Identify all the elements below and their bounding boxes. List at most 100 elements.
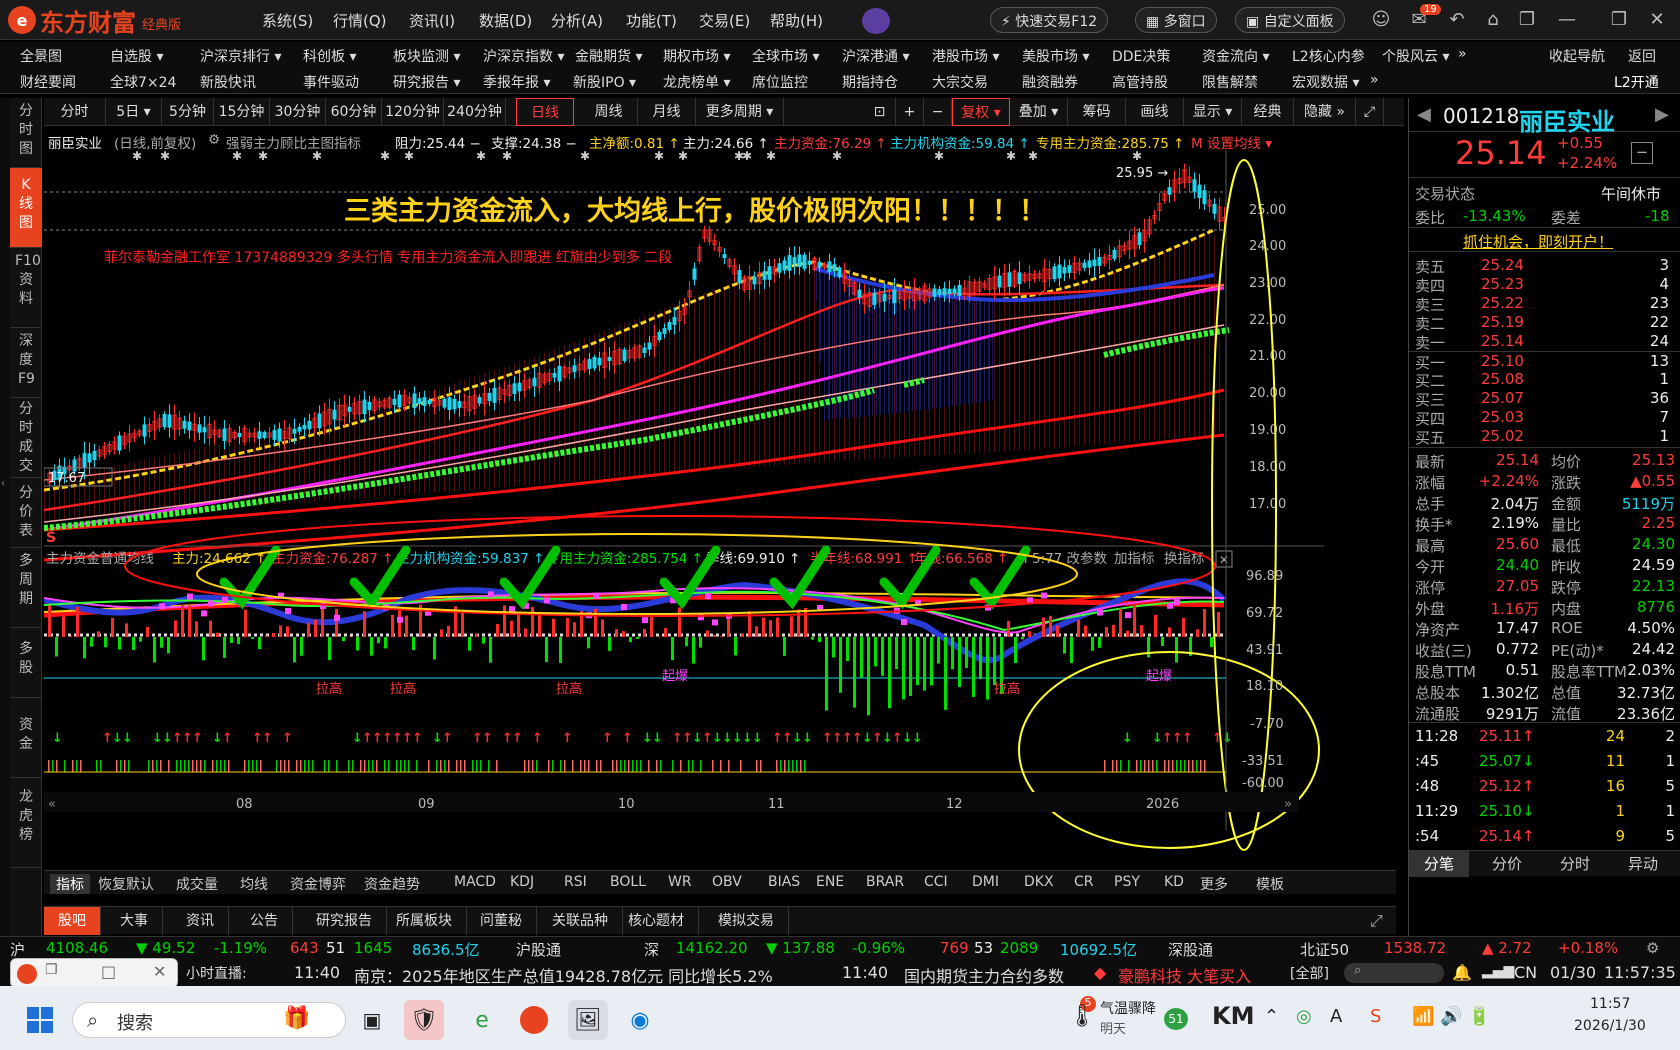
popup-maximize-icon[interactable]: □ [101,962,116,981]
alert-item[interactable]: 豪鹏科技 大笔买入 [1118,963,1251,987]
quick-trade-button[interactable]: ⚡ 快速交易F12 [990,7,1109,33]
period-30min[interactable]: 30分钟 [270,98,326,126]
close-icon[interactable]: ✕ [1646,9,1668,31]
bottom-tab-2[interactable]: 资讯 [172,907,229,935]
order-book-row[interactable]: 买五 25.02 1 [1409,427,1680,447]
order-book-row[interactable]: 卖四 25.23 4 [1409,275,1680,295]
indicator-tab-10[interactable]: WR [668,874,692,890]
order-book-row[interactable]: 买四 25.03 7 [1409,408,1680,428]
nav-seat-monitor[interactable]: 席位监控 [752,72,808,92]
tab-price-table[interactable]: 分价表 [10,478,42,548]
nav-sector-monitor[interactable]: 板块监测 ▾ [393,46,460,66]
tab-multi-stock[interactable]: 多股 [10,628,42,698]
live-label[interactable]: 小时直播: [186,963,247,983]
popup-restore-icon[interactable]: ❐ [45,962,58,978]
rtab-intraday[interactable]: 分时 [1545,851,1605,877]
nav-insider[interactable]: 高管持股 [1112,72,1168,92]
fullscreen-icon[interactable]: ⤢ [1356,98,1384,126]
nav-back[interactable]: 返回 [1628,46,1656,66]
nav-us[interactable]: 美股市场 ▾ [1022,46,1089,66]
sgt-label[interactable]: 深股通 [1168,939,1213,960]
hgt-label[interactable]: 沪股通 [516,939,561,960]
windows-start-icon[interactable] [20,1000,60,1040]
collapse-left-icon[interactable]: ‹ [1,478,5,489]
news-item-1[interactable]: 南京：2025年地区生产总值19428.78亿元 同比增长5.2% [354,963,773,987]
popup-close-icon[interactable]: ✕ [153,962,166,981]
period-120min[interactable]: 120分钟 [382,98,444,126]
rtab-price[interactable]: 分价 [1477,851,1537,877]
indicator-tab-3[interactable]: 均线 [240,874,268,894]
indicator-tab-22[interactable]: 模板 [1256,874,1284,894]
nav-unlock[interactable]: 限售解禁 [1202,72,1258,92]
battery-icon[interactable]: 🔋 [1468,1006,1490,1027]
tray-font-icon[interactable]: A [1330,1006,1342,1027]
nav-index[interactable]: 沪深京指数 ▾ [483,46,564,66]
zoom-out-icon[interactable]: − [924,98,952,126]
nav-fund-flow[interactable]: 资金流向 ▾ [1202,46,1269,66]
image-app-icon[interactable]: 🖼 [568,1000,608,1040]
nav-connect[interactable]: 沪深港通 ▾ [842,46,909,66]
bottom-tab-1[interactable]: 大事 [106,907,163,935]
indicator-tab-20[interactable]: KD [1164,874,1184,890]
sub-pane-close-x[interactable]: ✕ [1219,553,1229,567]
settings-gear-icon[interactable]: ⚙ [208,132,220,148]
nav-new-ipo[interactable]: 新股IPO ▾ [573,72,636,92]
nav-macro[interactable]: 宏观数据 ▾ [1292,72,1359,92]
indicator-tab-15[interactable]: CCI [924,874,948,890]
kline-chart[interactable]: ✱ ✱ ✱ ✱ ✱ ✱ ✱ ✱ ✱ ✱ ✱ ✱ ✱✱ ✱ ✱ ✱ ✱ ✱ ✱ 三类主力资金流入，大均线上行，股价极阴… [44,150,1324,880]
nav-stock-wind[interactable]: 个股风云 ▾ [1382,46,1449,66]
bottom-tab-0[interactable]: 股吧 [44,907,101,935]
skin-icon[interactable]: ⌂ [1482,9,1504,31]
scroll-left-icon[interactable]: « [48,797,56,812]
indicator-tab-9[interactable]: BOLL [610,874,646,890]
nav-l2[interactable]: L2核心内参 [1292,46,1365,66]
indicator-tab-4[interactable]: 资金博弈 [290,874,346,894]
bottom-tab-5[interactable]: 所属板块 [382,907,467,935]
mini-window-popup[interactable]: ❐ □ ✕ [10,958,178,988]
period-15min[interactable]: 15分钟 [214,98,270,126]
menu-function[interactable]: 功能(T) [626,10,677,31]
open-account-link[interactable]: 抓住机会，即刻开户！ [1463,231,1613,252]
order-book-row[interactable]: 卖三 25.22 23 [1409,294,1680,314]
period-60min[interactable]: 60分钟 [326,98,382,126]
classic-button[interactable]: 经典 [1242,98,1294,126]
bottom-tab-6[interactable]: 问董秘 [466,907,537,935]
order-book-row[interactable]: 卖五 25.24 3 [1409,256,1680,276]
nav-star-market[interactable]: 科创板 ▾ [303,46,356,66]
nav-options[interactable]: 期权市场 ▾ [663,46,730,66]
bottom-tab-3[interactable]: 公告 [236,907,293,935]
nav-finance-news[interactable]: 财经要闻 [20,72,76,92]
nav-margin[interactable]: 融资融券 [1022,72,1078,92]
weather-text[interactable]: 气温骤降 [1100,998,1156,1018]
indicator-tab-1[interactable]: 恢复默认 [98,874,154,894]
indicator-tab-12[interactable]: BIAS [768,874,800,890]
clock-time[interactable]: 11:57 [1590,996,1630,1012]
nav-reports[interactable]: 季报年报 ▾ [483,72,550,92]
indicator-tab-7[interactable]: KDJ [510,874,534,890]
task-view-icon[interactable]: ▣ [352,1000,392,1040]
tab-kline[interactable]: K线图 [10,168,42,248]
back-icon[interactable]: ↶ [1446,9,1468,31]
indicator-name[interactable]: 强弱主力顾比主图指标 [226,132,361,152]
ticker-search-icon[interactable]: ⌕ [1344,963,1444,983]
tab-depth[interactable]: 深度F9 [10,328,42,398]
bottom-tab-4[interactable]: 研究报告 [302,907,387,935]
tab-intraday[interactable]: 分时图 [10,98,42,168]
nav-more[interactable]: » [1458,46,1467,62]
tab-dragon-list[interactable]: 龙虎榜 [10,778,42,868]
edge-icon[interactable]: ◉ [620,1000,660,1040]
sz-index[interactable]: 14162.20 [676,939,748,957]
indicator-tab-16[interactable]: DMI [972,874,999,890]
indicator-tab-8[interactable]: RSI [564,874,587,890]
order-book-row[interactable]: 卖一 25.14 24 [1409,332,1680,352]
chips-button[interactable]: 筹码 [1068,98,1126,126]
menu-data[interactable]: 数据(D) [479,10,532,31]
nav-global[interactable]: 全球市场 ▾ [752,46,819,66]
tray-app-icon[interactable]: ◎ [1296,1006,1312,1027]
nav-futures[interactable]: 金融期货 ▾ [575,46,642,66]
multi-window-button[interactable]: ▦ 多窗口 [1135,7,1217,33]
indicator-tab-21[interactable]: 更多 [1200,874,1228,894]
rtab-ticks[interactable]: 分笔 [1409,851,1469,877]
nav-block-trade[interactable]: 大宗交易 [932,72,988,92]
indicator-tab-0[interactable]: 指标 [50,874,90,894]
